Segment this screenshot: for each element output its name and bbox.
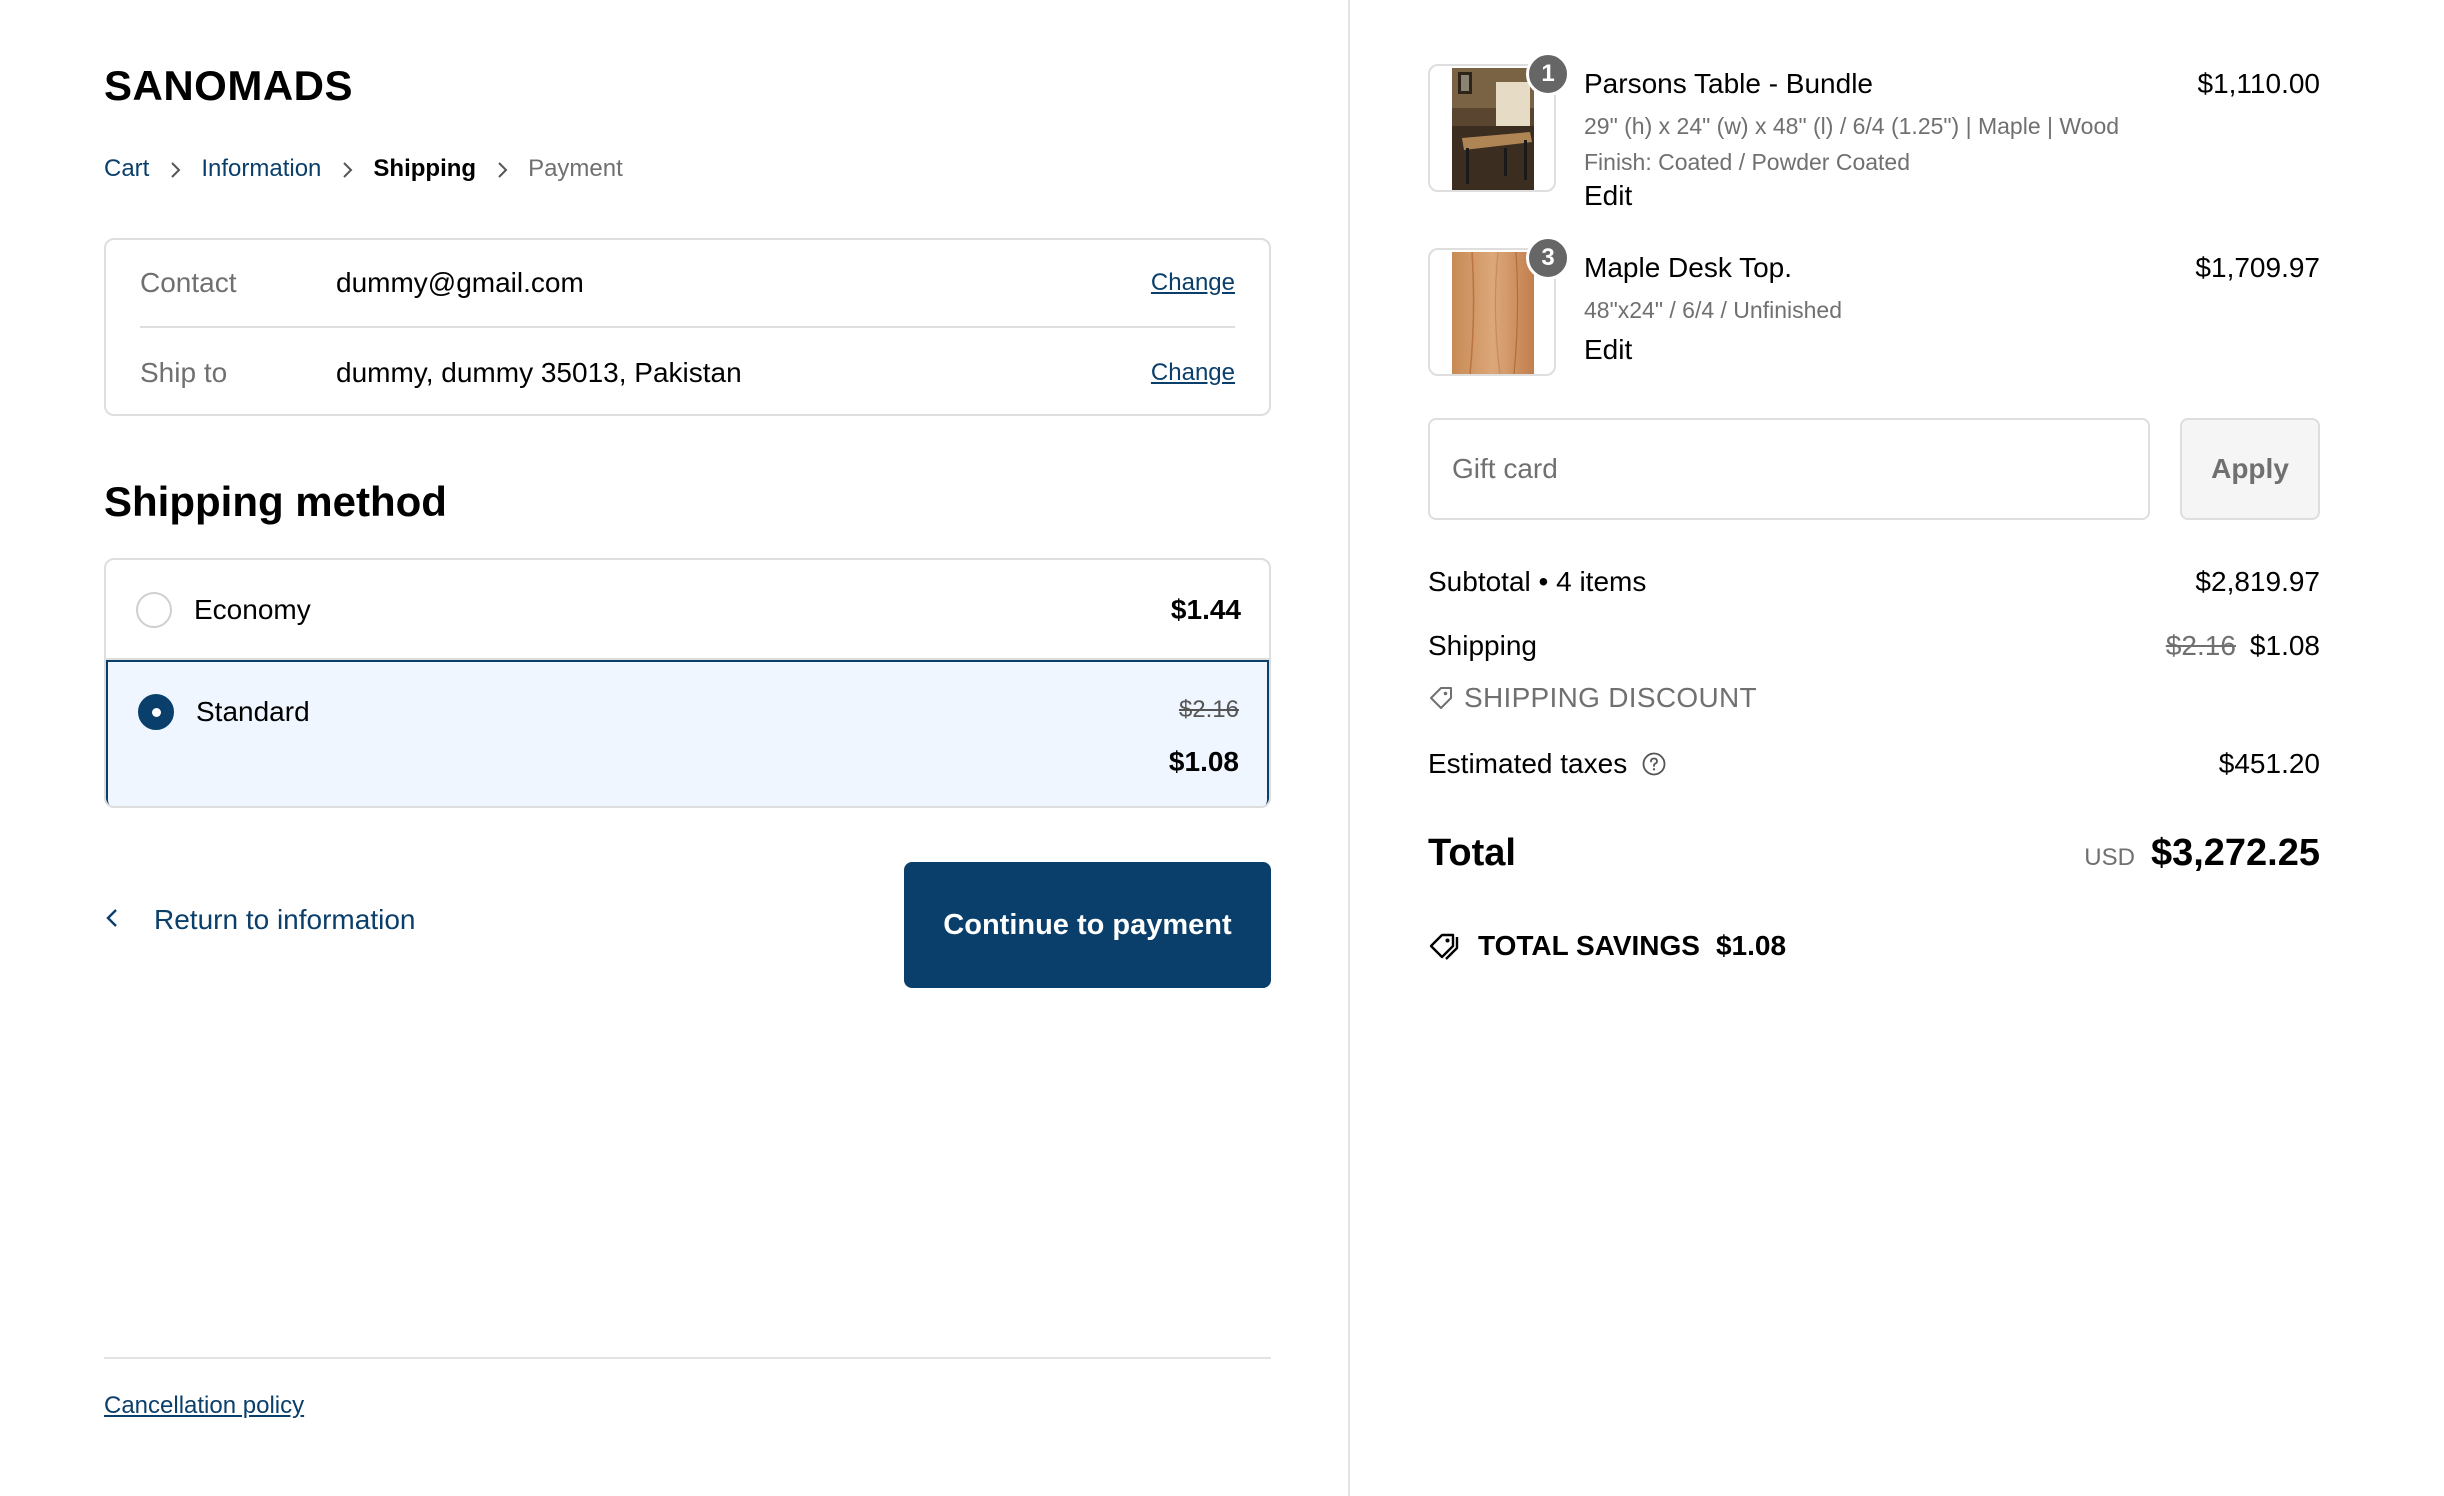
store-logo[interactable]: SANOMADS [104,62,353,110]
shipping-option-standard[interactable]: Standard $2.16 $1.08 [106,660,1269,806]
chevron-right-icon [149,156,201,182]
ship-to-label: Ship to [140,357,228,388]
chevron-left-icon [104,904,154,936]
edit-item-link[interactable]: Edit [1584,180,1632,212]
shipping-row: Shipping $2.16 $1.08 [1428,630,2320,662]
total-amount: USD $3,272.25 [2084,832,2320,875]
shipping-option-label: Standard [196,696,310,727]
product-price: $1,110.00 [2197,68,2321,99]
shipping-original-value: $2.16 [2165,630,2236,661]
total-row: Total USD $3,272.25 [1428,832,2320,880]
edit-item-link[interactable]: Edit [1584,334,1632,366]
review-box: Contact dummy@gmail.com Change Ship to d… [104,238,1271,416]
change-ship-to-link[interactable]: Change [1151,359,1235,387]
chevron-right-icon [321,156,373,182]
product-name: Maple Desk Top. [1584,252,1793,283]
product-variant: 48"x24" / 6/4 / Unfinished [1584,297,1842,323]
help-circle-icon[interactable] [1641,751,1667,777]
gift-card-input[interactable] [1428,418,2150,520]
savings-tag-icon [1428,931,1462,961]
subtotal-value: $2,819.97 [2195,566,2320,597]
shipping-amount: $2.16 $1.08 [2166,630,2320,662]
shipping-option-price: $1.08 [1168,746,1239,777]
quantity-badge: 1 [1526,52,1570,96]
shipping-option-original-price: $2.16 [1178,696,1239,723]
shipping-value: $1.08 [2249,630,2320,661]
breadcrumb-payment: Payment [528,155,623,182]
product-price: $1,709.97 [2195,252,2320,283]
taxes-value: $451.20 [2218,748,2320,779]
currency-code: USD [2084,844,2135,871]
product-thumbnail: 1 [1428,52,1570,192]
checkout-main-content: SANOMADS Cart Information Shipping Payme… [104,0,1271,1496]
total-value: $3,272.25 [2150,832,2320,874]
parsons-table-image [1452,68,1534,190]
return-to-information-link[interactable]: Return to information [104,904,415,936]
tag-icon [1428,685,1454,711]
radio-economy[interactable] [136,592,172,628]
product-thumbnail: 3 [1428,236,1570,376]
continue-to-payment-button[interactable]: Continue to payment [904,862,1271,988]
chevron-right-icon [476,156,528,182]
shipping-discount-row: SHIPPING DISCOUNT [1428,682,2320,714]
contact-label: Contact [140,267,237,298]
product-name: Parsons Table - Bundle [1584,68,1873,99]
subtotal-label: Subtotal • 4 items [1428,566,1647,597]
shipping-option-price: $1.44 [1170,594,1241,625]
product-variant: 29" (h) x 24" (w) x 48" (l) / 6/4 (1.25"… [1584,113,2120,175]
change-contact-link[interactable]: Change [1151,269,1235,297]
breadcrumb-information[interactable]: Information [201,155,321,183]
contact-value: dummy@gmail.com [336,267,584,298]
shipping-method-title: Shipping method [104,478,447,525]
footer-divider [104,1357,1271,1359]
total-savings-row: TOTAL SAVINGS $1.08 [1428,930,2320,962]
total-savings-label: TOTAL SAVINGS [1478,930,1700,961]
shipping-option-economy[interactable]: Economy $1.44 [106,560,1269,660]
cancellation-policy-link[interactable]: Cancellation policy [104,1392,304,1420]
shipping-option-label: Economy [194,594,311,625]
ship-to-row: Ship to dummy, dummy 35013, Pakistan Cha… [140,329,1235,417]
shipping-method-list: Economy $1.44 Standard $2.16 $1.08 [104,558,1271,808]
total-savings-value: $1.08 [1715,930,1787,961]
quantity-badge: 3 [1526,236,1570,280]
breadcrumb-cart[interactable]: Cart [104,155,149,183]
apply-gift-card-button[interactable]: Apply [2180,418,2320,520]
maple-desk-top-image [1452,252,1534,374]
breadcrumb: Cart Information Shipping Payment [104,152,623,186]
return-label: Return to information [154,904,416,935]
contact-row: Contact dummy@gmail.com Change [140,240,1235,328]
checkout-page: SANOMADS Cart Information Shipping Payme… [0,0,2444,1496]
radio-selected-dot [152,708,161,717]
subtotal-row: Subtotal • 4 items $2,819.97 [1428,566,2320,598]
taxes-row: Estimated taxes $451.20 [1428,748,2320,780]
shipping-label: Shipping [1428,630,1537,661]
order-summary: 1 Parsons Table - Bundle 29" (h) x 24" (… [1352,0,2444,1496]
taxes-label: Estimated taxes [1428,748,1628,779]
ship-to-value: dummy, dummy 35013, Pakistan [336,357,742,388]
checkout-main: SANOMADS Cart Information Shipping Payme… [0,0,1350,1496]
total-label: Total [1428,832,1516,874]
shipping-discount-label: SHIPPING DISCOUNT [1464,682,1757,713]
breadcrumb-shipping: Shipping [373,155,477,182]
radio-standard[interactable] [138,694,174,730]
